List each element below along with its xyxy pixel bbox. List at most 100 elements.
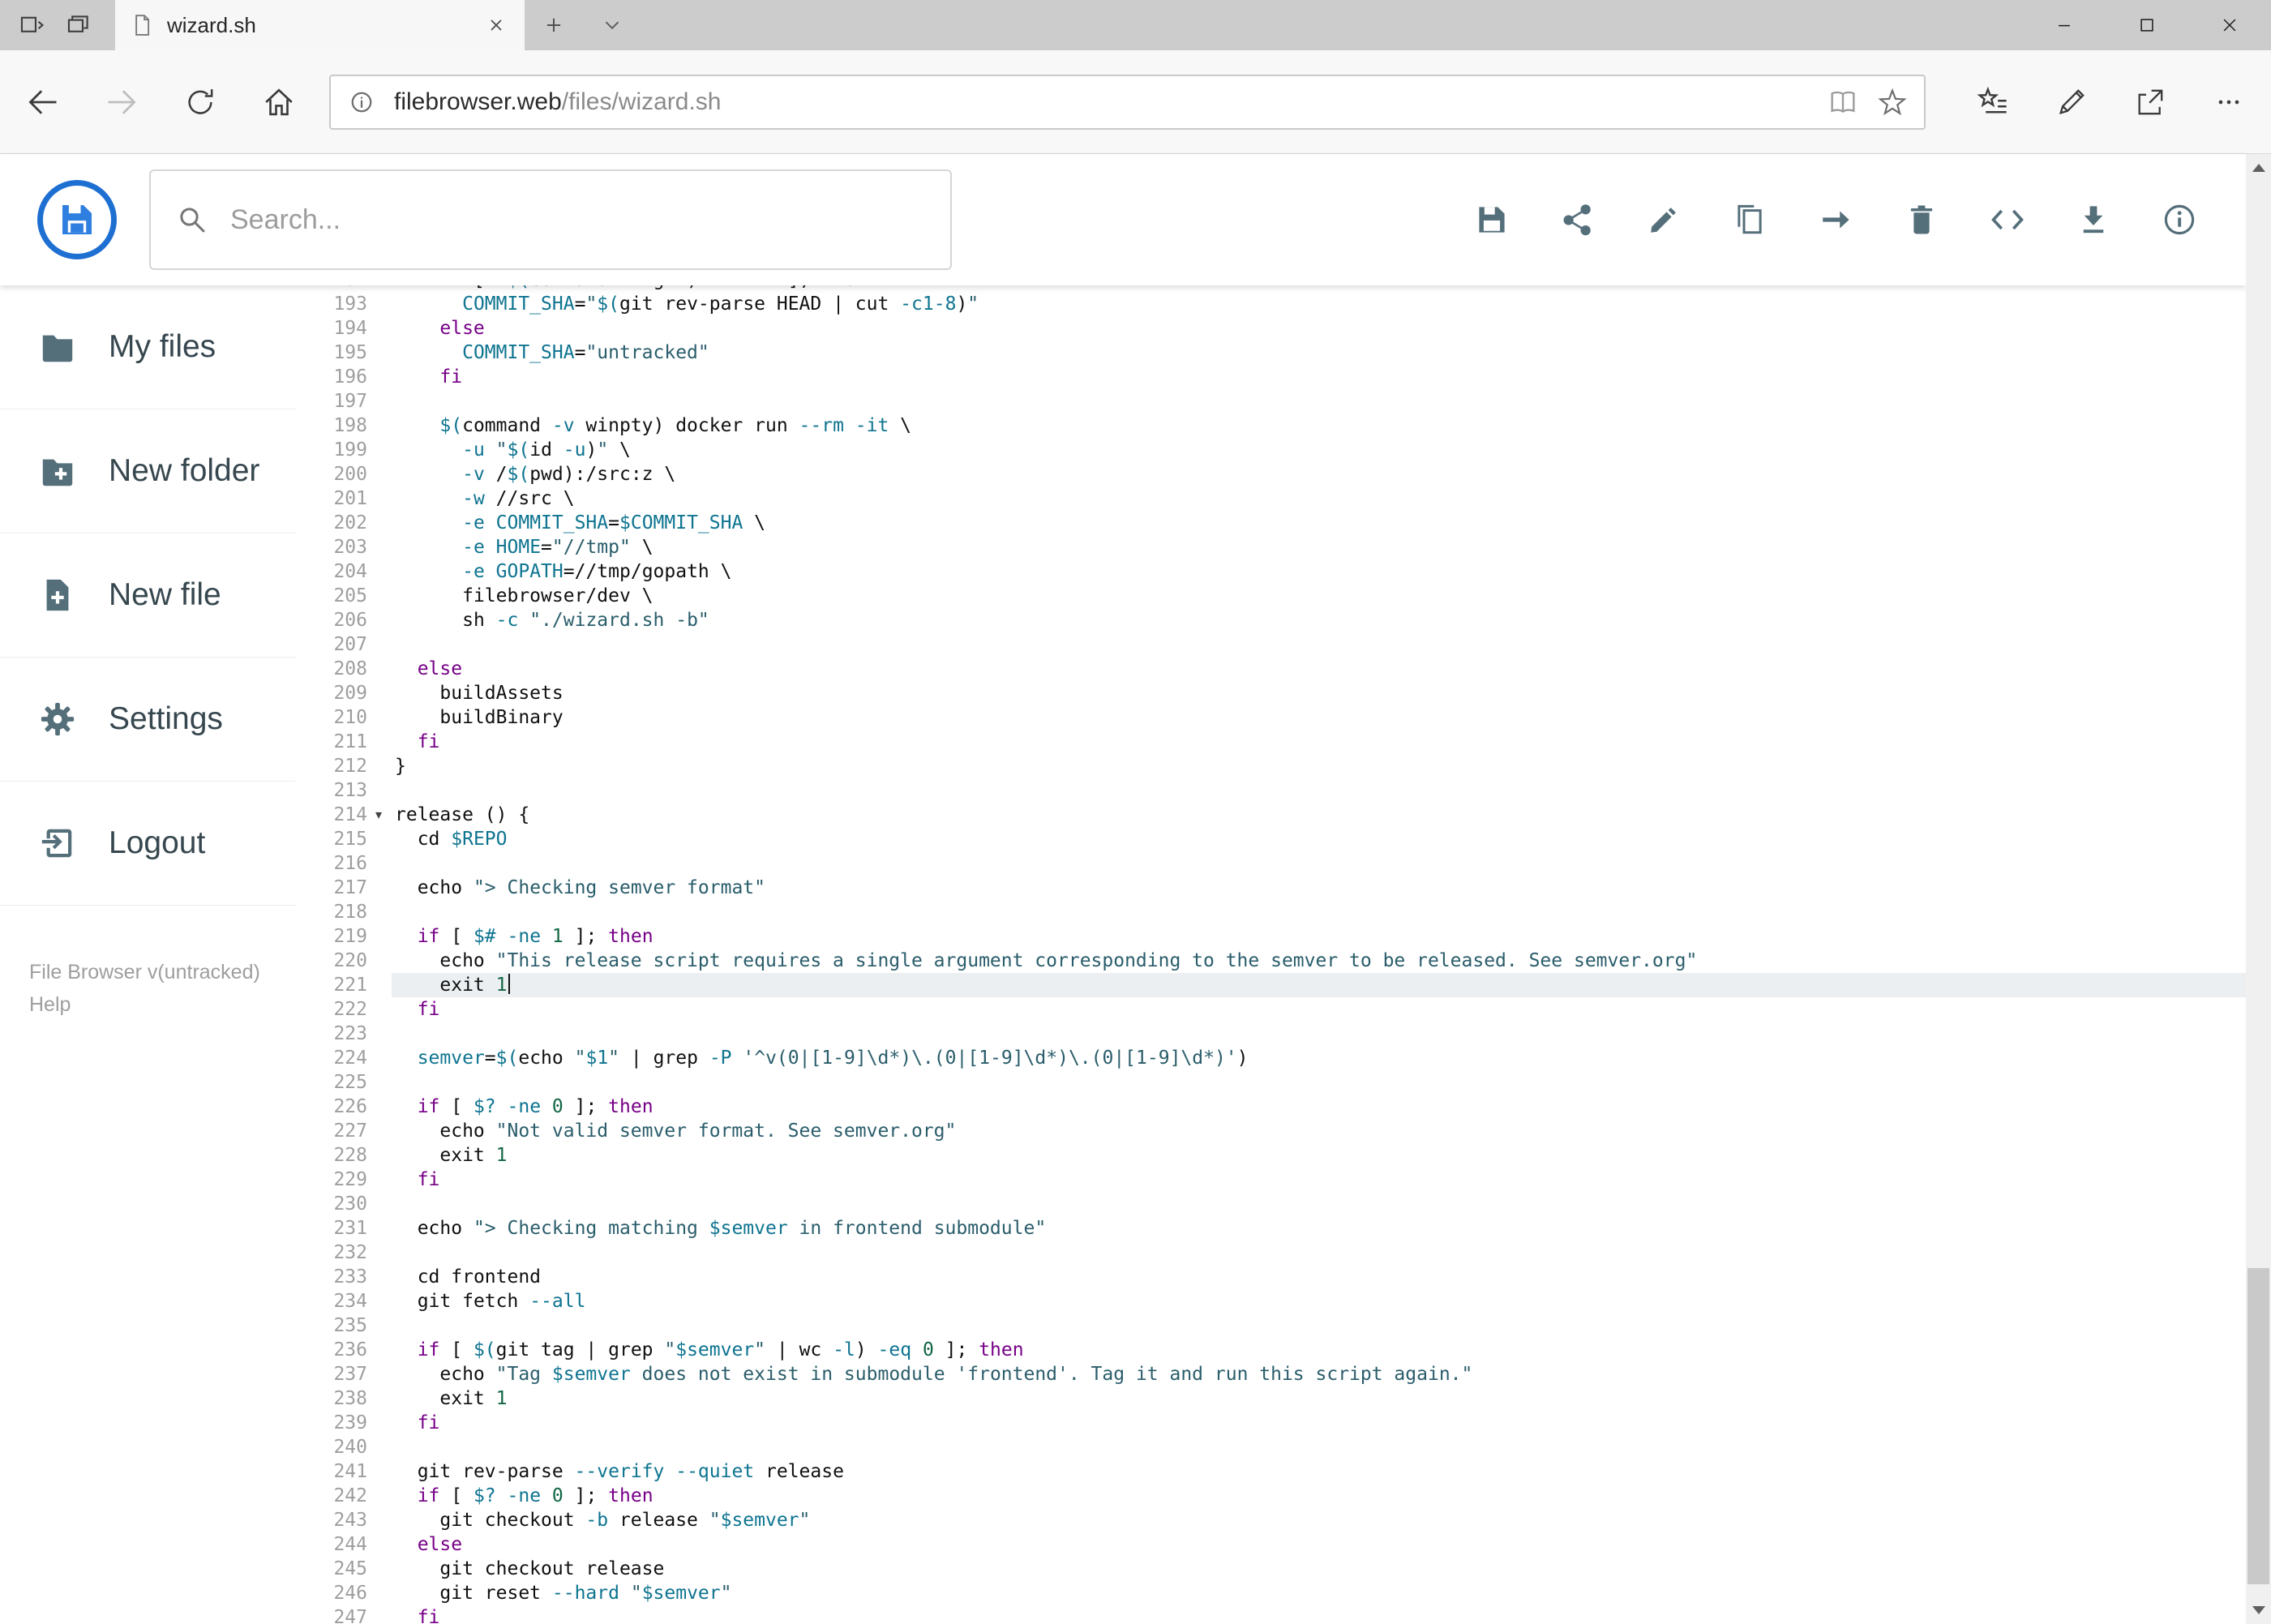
code-line[interactable]: 213 <box>296 778 2246 803</box>
code-line[interactable]: 218 <box>296 900 2246 924</box>
forward-icon[interactable] <box>82 50 161 153</box>
code-text[interactable]: git reset --hard "$semver" <box>392 1581 2246 1605</box>
code-line[interactable]: 231 echo "> Checking matching $semver in… <box>296 1216 2246 1240</box>
info-circle-icon[interactable] <box>2162 202 2197 238</box>
vertical-scrollbar[interactable] <box>2246 154 2271 1624</box>
code-line[interactable]: 245 git checkout release <box>296 1557 2246 1581</box>
tab-list-chevron-icon[interactable] <box>583 0 641 50</box>
code-line[interactable]: 244 else <box>296 1532 2246 1557</box>
code-line[interactable]: 234 git fetch --all <box>296 1289 2246 1313</box>
save-icon[interactable] <box>1474 202 1510 238</box>
code-line[interactable]: 217 echo "> Checking semver format" <box>296 876 2246 900</box>
back-icon[interactable] <box>3 50 82 153</box>
code-text[interactable]: sh -c "./wizard.sh -b" <box>392 608 2246 632</box>
code-line[interactable]: 196 fi <box>296 365 2246 389</box>
code-text[interactable]: if [ $(git tag | grep "$semver" | wc -l)… <box>392 1338 2246 1362</box>
code-line[interactable]: 202 -e COMMIT_SHA=$COMMIT_SHA \ <box>296 511 2246 535</box>
code-text[interactable]: if [ $? -ne 0 ]; then <box>392 1484 2246 1508</box>
code-text[interactable]: release () { <box>392 803 2246 827</box>
code-line[interactable]: 243 git checkout -b release "$semver" <box>296 1508 2246 1532</box>
address-bar[interactable]: filebrowser.web/files/wizard.sh <box>329 74 1926 130</box>
share-file-icon[interactable] <box>1560 202 1596 238</box>
sidebar-item-logout[interactable]: Logout <box>0 782 296 906</box>
code-line[interactable]: 225 <box>296 1070 2246 1095</box>
code-line[interactable]: 210 buildBinary <box>296 705 2246 730</box>
code-line[interactable]: 230 <box>296 1192 2246 1216</box>
code-text[interactable] <box>392 389 2246 413</box>
code-text[interactable]: COMMIT_SHA="$(git rev-parse HEAD | cut -… <box>392 292 2246 316</box>
code-text[interactable]: echo "> Checking semver format" <box>392 876 2246 900</box>
code-line[interactable]: 228 exit 1 <box>296 1143 2246 1168</box>
code-text[interactable]: else <box>392 1532 2246 1557</box>
code-line[interactable]: 229 fi <box>296 1168 2246 1192</box>
code-text[interactable]: -u "$(id -u)" \ <box>392 438 2246 462</box>
code-line[interactable]: 195 COMMIT_SHA="untracked" <box>296 341 2246 365</box>
code-text[interactable]: buildAssets <box>392 681 2246 705</box>
code-line[interactable]: 207 <box>296 632 2246 657</box>
code-line[interactable]: 238 exit 1 <box>296 1386 2246 1411</box>
trash-icon[interactable] <box>1904 202 1939 238</box>
code-text[interactable]: if [ $# -ne 1 ]; then <box>392 924 2246 949</box>
code-text[interactable]: exit 1 <box>392 1386 2246 1411</box>
code-line[interactable]: 246 git reset --hard "$semver" <box>296 1581 2246 1605</box>
code-text[interactable] <box>392 900 2246 924</box>
code-line[interactable]: 214 ▾ release () { <box>296 803 2246 827</box>
code-text[interactable] <box>392 1313 2246 1338</box>
code-line[interactable]: 194 else <box>296 316 2246 341</box>
set-tabs-aside-icon[interactable] <box>18 11 45 39</box>
code-line[interactable]: 235 <box>296 1313 2246 1338</box>
code-text[interactable]: fi <box>392 1168 2246 1192</box>
code-text[interactable]: cd $REPO <box>392 827 2246 851</box>
minimize-icon[interactable] <box>2023 0 2106 50</box>
scroll-down-icon[interactable] <box>2246 1596 2271 1624</box>
code-line[interactable]: 211 fi <box>296 730 2246 754</box>
browser-tab-wizard-sh[interactable]: wizard.sh <box>115 0 525 50</box>
code-line[interactable]: 215 cd $REPO <box>296 827 2246 851</box>
code-text[interactable]: git checkout release <box>392 1557 2246 1581</box>
code-text[interactable]: fi <box>392 730 2246 754</box>
code-text[interactable]: fi <box>392 1605 2246 1624</box>
code-text[interactable]: } <box>392 754 2246 778</box>
code-line[interactable]: 192 if [ "$(command -v git)" != "" ]; th… <box>296 285 2246 292</box>
new-tab-button[interactable] <box>525 0 583 50</box>
code-text[interactable]: else <box>392 657 2246 681</box>
code-line[interactable]: 193 COMMIT_SHA="$(git rev-parse HEAD | c… <box>296 292 2246 316</box>
scrollbar-thumb[interactable] <box>2247 1268 2269 1584</box>
code-line[interactable]: 197 <box>296 389 2246 413</box>
home-icon[interactable] <box>239 50 318 153</box>
code-text[interactable]: echo "> Checking matching $semver in fro… <box>392 1216 2246 1240</box>
code-text[interactable]: filebrowser/dev \ <box>392 584 2246 608</box>
code-line[interactable]: 204 -e GOPATH=//tmp/gopath \ <box>296 559 2246 584</box>
code-line[interactable]: 247 fi <box>296 1605 2246 1624</box>
code-text[interactable] <box>392 1070 2246 1095</box>
code-line[interactable]: 233 cd frontend <box>296 1265 2246 1289</box>
code-line[interactable]: 239 fi <box>296 1411 2246 1435</box>
code-text[interactable] <box>392 1240 2246 1265</box>
tab-close-icon[interactable] <box>482 11 510 39</box>
code-line[interactable]: 216 <box>296 851 2246 876</box>
code-text[interactable]: semver=$(echo "$1" | grep -P '^v(0|[1-9]… <box>392 1046 2246 1070</box>
code-text[interactable] <box>392 1435 2246 1459</box>
code-line[interactable]: 227 echo "Not valid semver format. See s… <box>296 1119 2246 1143</box>
code-line[interactable]: 199 -u "$(id -u)" \ <box>296 438 2246 462</box>
code-text[interactable]: else <box>392 316 2246 341</box>
refresh-icon[interactable] <box>161 50 239 153</box>
code-text[interactable]: git fetch --all <box>392 1289 2246 1313</box>
code-editor[interactable]: 192 if [ "$(command -v git)" != "" ]; th… <box>296 285 2246 1624</box>
code-line[interactable]: 205 filebrowser/dev \ <box>296 584 2246 608</box>
code-text[interactable] <box>392 1192 2246 1216</box>
code-line[interactable]: 222 fi <box>296 997 2246 1022</box>
code-text[interactable]: git checkout -b release "$semver" <box>392 1508 2246 1532</box>
tabs-preview-icon[interactable] <box>65 11 92 39</box>
code-icon[interactable] <box>1990 202 2025 238</box>
code-text[interactable]: fi <box>392 1411 2246 1435</box>
code-line[interactable]: 223 <box>296 1022 2246 1046</box>
code-line[interactable]: 206 sh -c "./wizard.sh -b" <box>296 608 2246 632</box>
code-line[interactable]: 203 -e HOME="//tmp" \ <box>296 535 2246 559</box>
code-line[interactable]: 201 -w //src \ <box>296 486 2246 511</box>
copy-icon[interactable] <box>1732 202 1768 238</box>
pencil-icon[interactable] <box>1646 202 1682 238</box>
fold-marker-icon[interactable]: ▾ <box>367 803 390 827</box>
hub-icon[interactable] <box>1953 50 2032 153</box>
code-line[interactable]: 212} <box>296 754 2246 778</box>
